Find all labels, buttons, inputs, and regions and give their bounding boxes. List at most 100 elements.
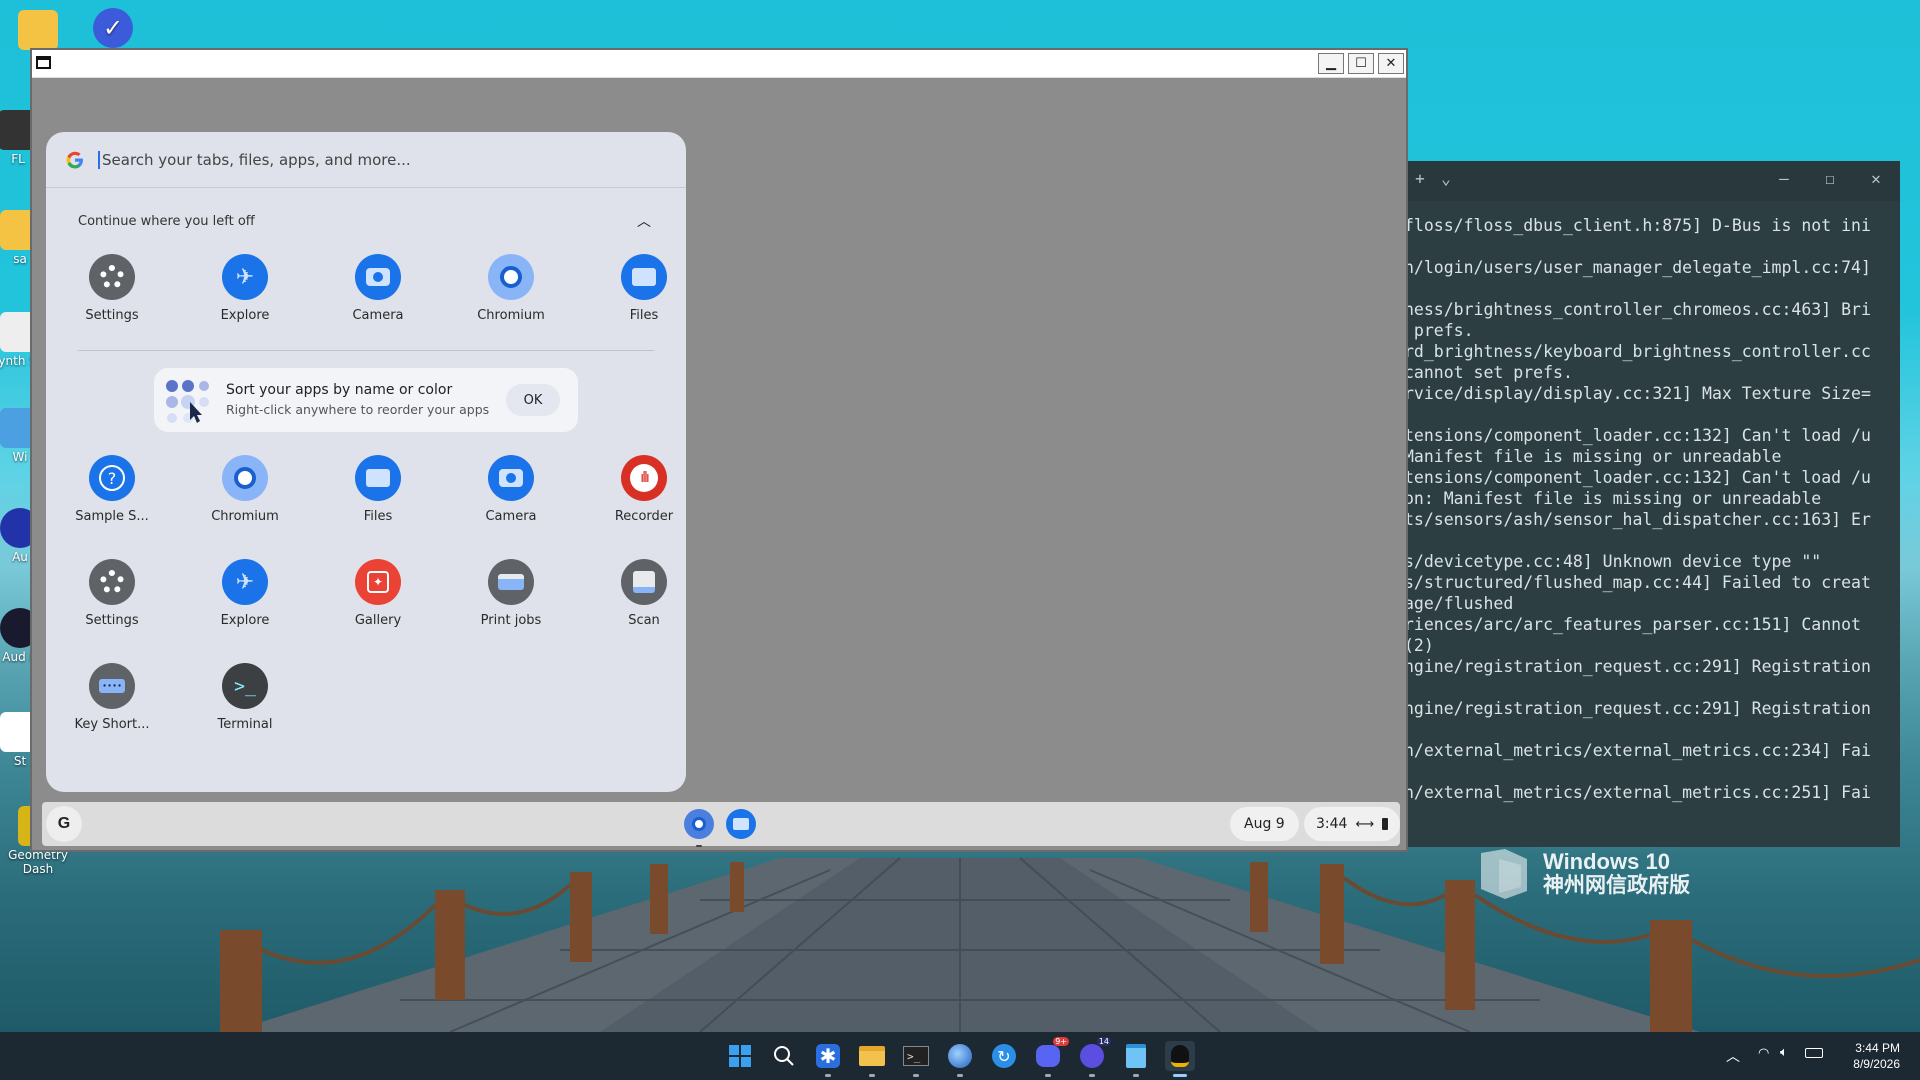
terminal-line: h/external_metrics/external_metrics.cc:2… [1408, 741, 1871, 760]
taskbar-terminal[interactable]: >_ [901, 1041, 931, 1077]
tray-overflow-icon[interactable]: ︿ [1726, 1046, 1740, 1066]
settings-icon [89, 559, 135, 605]
shelf-status-area[interactable]: 3:44 ⟷ [1304, 807, 1400, 841]
app-launcher: Continue where you left off ︿ Settings ✈︎… [46, 132, 686, 792]
app-label: Settings [85, 308, 139, 323]
shelf-date[interactable]: Aug 9 [1230, 807, 1299, 841]
scanner-icon [621, 559, 667, 605]
terminal-line: tensions/component_loader.cc:132] Can't … [1408, 426, 1871, 445]
window-app-icon [36, 56, 51, 69]
app-label: Gallery [354, 613, 402, 628]
sort-apps-illustration-icon [166, 380, 209, 423]
help-icon: ? [89, 455, 135, 501]
running-indicator [1133, 1074, 1139, 1077]
app-gallery[interactable]: ✦ Gallery [326, 559, 430, 628]
google-g-icon [66, 151, 83, 168]
windows-start-icon [729, 1045, 751, 1067]
new-tab-icon[interactable]: + [1408, 169, 1432, 188]
taskbar-app-blue-orb[interactable] [945, 1041, 975, 1077]
terminal-line: h/login/users/user_manager_delegate_impl… [1408, 258, 1871, 277]
taskbar-file-explorer[interactable] [857, 1041, 887, 1077]
taskbar-search-button[interactable] [769, 1041, 799, 1071]
terminal-icon: >_ [222, 663, 268, 709]
search-icon [774, 1046, 794, 1066]
app-sample-s[interactable]: ? Sample S... [60, 455, 164, 524]
nudge-subtitle: Right-click anywhere to reorder your app… [226, 402, 490, 417]
close-button[interactable]: ✕ [1378, 53, 1404, 74]
taskbar-notepad[interactable] [1121, 1041, 1151, 1077]
desktop-icon-label: sa [13, 252, 27, 266]
app-settings[interactable]: Settings [60, 254, 164, 323]
notepad-icon [1126, 1044, 1146, 1068]
app-scan[interactable]: Scan [592, 559, 686, 628]
app-label: Chromium [477, 308, 545, 323]
terminal-line: ness/brightness_controller_chromeos.cc:4… [1408, 300, 1871, 319]
chevron-up-icon[interactable]: ︿ [633, 210, 655, 232]
app-camera[interactable]: Camera [326, 254, 430, 323]
chromeos-desktop: Continue where you left off ︿ Settings ✈︎… [36, 78, 1406, 850]
gallery-icon: ✦ [355, 559, 401, 605]
notification-badge: 14 [1096, 1037, 1111, 1046]
app-label: Camera [352, 308, 404, 323]
app-recorder[interactable]: ıllı Recorder [592, 455, 686, 524]
app-chromium[interactable]: Chromium [459, 254, 563, 323]
keyboard-icon: ∙∙∙∙ [89, 663, 135, 709]
taskbar-app-sync[interactable]: ↻ [989, 1041, 1019, 1071]
app-chromium[interactable]: Chromium [193, 455, 297, 524]
launcher-button[interactable]: G [46, 806, 82, 842]
chromeos-window[interactable]: ▁ ☐ ✕ Continue where you left off ︿ Sett… [30, 48, 1408, 852]
app-key-short[interactable]: ∙∙∙∙ Key Short... [60, 663, 164, 732]
app-camera[interactable]: Camera [459, 455, 563, 524]
start-button[interactable] [725, 1041, 755, 1071]
maximize-icon[interactable]: ☐ [1818, 169, 1842, 188]
nudge-ok-button[interactable]: OK [506, 384, 560, 416]
volume-muted-icon[interactable]: 🔈︎ [1780, 1045, 1788, 1060]
app-files[interactable]: Files [326, 455, 430, 524]
running-indicator [1089, 1074, 1095, 1077]
app-explore[interactable]: ✈︎ Explore [193, 254, 297, 323]
shelf-chromium[interactable] [682, 807, 716, 847]
running-indicator [1045, 1074, 1051, 1077]
taskbar-app-14[interactable]: 14 [1077, 1037, 1111, 1077]
taskbar-linux-vm[interactable] [1165, 1041, 1195, 1077]
running-indicator [869, 1074, 875, 1077]
file-explorer-icon [859, 1046, 885, 1066]
tux-penguin-icon [1171, 1045, 1189, 1067]
window-titlebar[interactable]: ▁ ☐ ✕ [32, 50, 1406, 78]
app-terminal[interactable]: >_ Terminal [193, 663, 297, 732]
windows-watermark: Windows 10 神州网信政府版 [1475, 845, 1690, 903]
app-files[interactable]: Files [592, 254, 686, 323]
search-input[interactable] [98, 150, 618, 169]
desktop-icon-checkmark-app[interactable]: ✓ [73, 8, 153, 50]
maximize-button[interactable]: ☐ [1348, 53, 1374, 74]
running-indicator [913, 1074, 919, 1077]
minimize-icon[interactable]: – [1772, 169, 1796, 188]
launcher-search[interactable] [46, 132, 686, 188]
sync-app-icon: ↻ [992, 1044, 1016, 1068]
taskbar-discord[interactable]: 9+ [1033, 1037, 1069, 1077]
terminal-window[interactable]: + ⌄ – ☐ ✕ floss/floss_dbus_client.h:875]… [1408, 161, 1900, 847]
terminal-line: prefs. [1408, 321, 1474, 340]
terminal-line: riences/arc/arc_features_parser.cc:151] … [1408, 615, 1861, 634]
app-explore[interactable]: ✈︎ Explore [193, 559, 297, 628]
close-icon[interactable]: ✕ [1864, 169, 1888, 188]
app-print-jobs[interactable]: Print jobs [459, 559, 563, 628]
terminal-line: cannot set prefs. [1408, 363, 1573, 382]
terminal-output[interactable]: floss/floss_dbus_client.h:875] D-Bus is … [1408, 201, 1900, 803]
app-settings[interactable]: Settings [60, 559, 164, 628]
wifi-icon[interactable]: ◠ [1758, 1046, 1769, 1061]
printer-icon [488, 559, 534, 605]
purple-app-icon [1080, 1044, 1104, 1068]
divider [78, 350, 654, 351]
shelf-files[interactable] [724, 807, 758, 841]
continue-heading: Continue where you left off [78, 214, 255, 229]
taskbar-clock[interactable]: 3:44 PM 8/9/2026 [1820, 1040, 1900, 1072]
chevron-down-icon[interactable]: ⌄ [1434, 169, 1458, 188]
minimize-button[interactable]: ▁ [1318, 53, 1344, 74]
taskbar-app-asterisk[interactable]: ✱ [813, 1041, 843, 1077]
